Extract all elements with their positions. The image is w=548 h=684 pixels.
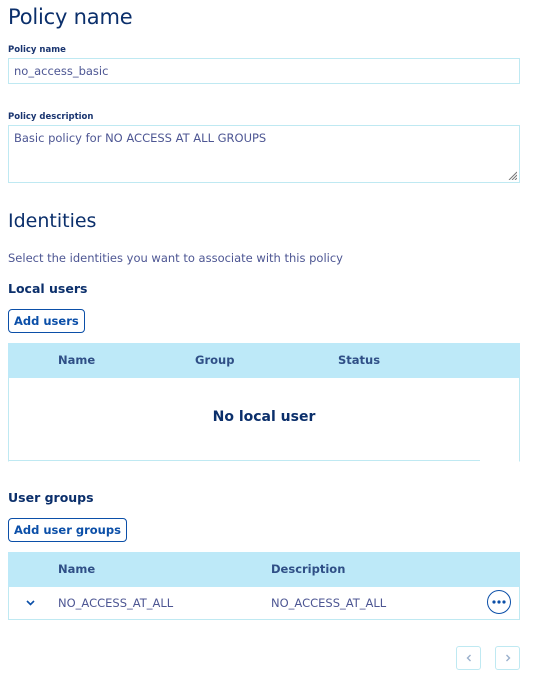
policy-description-label: Policy description: [8, 112, 94, 122]
chevron-right-icon: [505, 654, 510, 662]
policy-name-input[interactable]: no_access_basic: [8, 58, 520, 84]
chevron-down-icon[interactable]: [25, 598, 36, 608]
local-users-heading: Local users: [8, 281, 88, 296]
row-description-cell: NO_ACCESS_AT_ALL: [271, 596, 387, 610]
page-title: Policy name: [8, 5, 133, 29]
more-options-icon[interactable]: [487, 590, 511, 614]
prev-page-button[interactable]: [456, 646, 481, 670]
add-users-button[interactable]: Add users: [8, 309, 85, 333]
policy-name-label: Policy name: [8, 45, 66, 55]
policy-description-textarea[interactable]: Basic policy for NO ACCESS AT ALL GROUPS: [8, 125, 520, 183]
identities-heading: Identities: [8, 210, 97, 232]
policy-description-text: Basic policy for NO ACCESS AT ALL GROUPS: [14, 131, 267, 145]
empty-state-text: No local user: [212, 409, 316, 425]
row-name-cell: NO_ACCESS_AT_ALL: [58, 596, 174, 610]
column-header-status[interactable]: Status: [338, 343, 380, 378]
user-groups-heading: User groups: [8, 490, 94, 505]
local-users-table-header: Name Group Status: [8, 343, 520, 378]
chevron-left-icon: [466, 654, 471, 662]
column-header-name[interactable]: Name: [58, 552, 95, 587]
user-groups-table-header: Name Description: [8, 552, 520, 587]
table-row: NO_ACCESS_AT_ALL NO_ACCESS_AT_ALL: [8, 587, 520, 620]
resize-grip-icon[interactable]: [508, 171, 517, 180]
identities-subtitle: Select the identities you want to associ…: [8, 251, 343, 265]
local-users-table-body: No local user: [8, 378, 520, 462]
table-bottom-border: [8, 460, 480, 461]
column-header-group[interactable]: Group: [195, 343, 234, 378]
column-header-name[interactable]: Name: [58, 343, 95, 378]
next-page-button[interactable]: [495, 646, 520, 670]
column-header-description[interactable]: Description: [271, 552, 345, 587]
add-user-groups-button[interactable]: Add user groups: [8, 518, 127, 542]
